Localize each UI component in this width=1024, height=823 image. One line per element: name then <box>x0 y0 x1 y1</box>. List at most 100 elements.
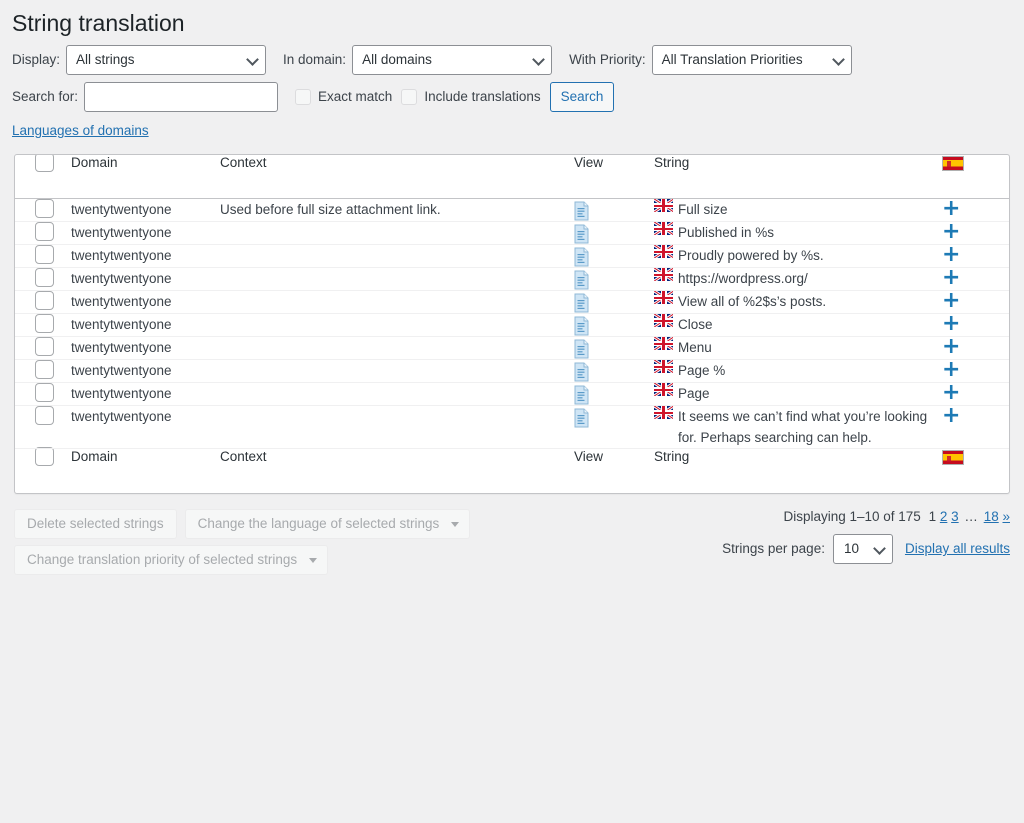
priority-select[interactable]: All Translation Priorities <box>651 44 852 75</box>
cell-view[interactable] <box>574 244 654 269</box>
document-icon[interactable] <box>574 270 590 290</box>
document-icon[interactable] <box>574 247 590 267</box>
row-checkbox[interactable] <box>35 337 54 357</box>
row-checkbox[interactable] <box>35 314 54 334</box>
row-select-cell <box>15 290 71 315</box>
uk-flag-icon <box>654 245 673 259</box>
row-checkbox[interactable] <box>35 268 54 288</box>
header-context[interactable]: Context <box>220 154 574 200</box>
add-translation-icon[interactable]: + <box>942 336 960 358</box>
footer-domain[interactable]: Domain <box>71 448 220 493</box>
footer-string[interactable]: String <box>654 448 942 493</box>
add-translation-icon[interactable]: + <box>942 221 960 243</box>
change-priority-select[interactable]: Change translation priority of selected … <box>14 544 329 575</box>
uk-flag-icon <box>654 360 673 374</box>
strings-table-card: Domain Context View String twentytwentyo… <box>14 153 1010 494</box>
page-link-3[interactable]: 3 <box>951 509 959 524</box>
change-language-select[interactable]: Change the language of selected strings <box>184 508 471 539</box>
cell-view[interactable] <box>574 198 654 223</box>
add-translation-icon[interactable]: + <box>942 244 960 266</box>
search-label: Search for: <box>12 89 79 105</box>
document-icon[interactable] <box>574 339 590 359</box>
cell-string: It seems we can’t find what you’re looki… <box>654 405 942 450</box>
cell-domain: twentytwentyone <box>71 382 220 407</box>
delete-selected-strings-button[interactable]: Delete selected strings <box>14 508 177 539</box>
cell-view[interactable] <box>574 267 654 292</box>
document-icon[interactable] <box>574 293 590 313</box>
languages-of-domains-wrap: Languages of domains <box>0 115 1024 140</box>
document-icon[interactable] <box>574 316 590 336</box>
row-checkbox[interactable] <box>35 360 54 380</box>
row-checkbox[interactable] <box>35 291 54 311</box>
page-links: 1 2 3 … 18 » <box>929 509 1010 524</box>
row-checkbox[interactable] <box>35 406 54 426</box>
header-view: View <box>574 154 654 200</box>
footer-context[interactable]: Context <box>220 448 574 493</box>
cell-view[interactable] <box>574 382 654 407</box>
include-translations-checkbox[interactable] <box>401 88 418 105</box>
search-input[interactable] <box>84 81 279 112</box>
exact-match-checkbox[interactable] <box>295 88 312 105</box>
cell-view[interactable] <box>574 405 654 450</box>
search-button[interactable]: Search <box>549 81 615 112</box>
row-select-cell <box>15 313 71 338</box>
select-all-checkbox-footer[interactable] <box>35 447 54 467</box>
cell-view[interactable] <box>574 221 654 246</box>
string-text: Close <box>678 317 713 333</box>
row-select-cell <box>15 336 71 361</box>
document-icon[interactable] <box>574 362 590 382</box>
next-page-link[interactable]: » <box>1002 509 1010 524</box>
cell-context <box>220 244 574 269</box>
string-text: Page <box>678 386 710 402</box>
header-language-flag <box>942 154 1009 200</box>
header-domain[interactable]: Domain <box>71 154 220 200</box>
add-translation-icon[interactable]: + <box>942 198 960 220</box>
cell-view[interactable] <box>574 359 654 384</box>
add-translation-icon[interactable]: + <box>942 382 960 404</box>
table-body: twentytwentyone Used before full size att… <box>15 198 1009 450</box>
cell-view[interactable] <box>574 336 654 361</box>
document-icon[interactable] <box>574 385 590 405</box>
row-checkbox[interactable] <box>35 222 54 242</box>
current-page: 1 <box>928 508 937 524</box>
display-all-results-link[interactable]: Display all results <box>905 541 1010 556</box>
string-text: Full size <box>678 202 728 218</box>
row-select-cell <box>15 221 71 246</box>
bulk-actions: Delete selected strings Change the langu… <box>14 508 471 581</box>
uk-flag-icon <box>654 337 673 351</box>
cell-string: Menu <box>654 336 942 361</box>
table-row: twentytwentyone View all of %2$s’s posts.… <box>15 290 1009 315</box>
per-page-select[interactable]: 10 <box>832 533 893 564</box>
select-all-checkbox[interactable] <box>35 154 54 172</box>
languages-of-domains-link[interactable]: Languages of domains <box>12 123 149 138</box>
document-icon[interactable] <box>574 201 590 221</box>
add-translation-icon[interactable]: + <box>942 405 960 427</box>
add-translation-icon[interactable]: + <box>942 290 960 312</box>
add-translation-icon[interactable]: + <box>942 313 960 335</box>
table-foot: Domain Context View String <box>15 447 1009 493</box>
cell-view[interactable] <box>574 313 654 338</box>
string-text: Published in %s <box>678 225 775 241</box>
display-label: Display: <box>12 52 61 68</box>
row-checkbox[interactable] <box>35 199 54 219</box>
add-translation-icon[interactable]: + <box>942 359 960 381</box>
per-page-value: 10 <box>843 541 859 557</box>
display-select[interactable]: All strings <box>66 44 267 75</box>
document-icon[interactable] <box>574 408 590 428</box>
domain-select[interactable]: All domains <box>352 44 553 75</box>
row-checkbox[interactable] <box>35 245 54 265</box>
header-string[interactable]: String <box>654 154 942 200</box>
priority-label: With Priority: <box>569 52 646 68</box>
page-link-last[interactable]: 18 <box>984 509 999 524</box>
page-link-2[interactable]: 2 <box>940 509 948 524</box>
row-checkbox[interactable] <box>35 383 54 403</box>
cell-view[interactable] <box>574 290 654 315</box>
strings-table: Domain Context View String twentytwentyo… <box>15 154 1009 493</box>
document-icon[interactable] <box>574 224 590 244</box>
table-row: twentytwentyone Page % + <box>15 359 1009 384</box>
page-ellipsis: … <box>964 508 978 524</box>
change-language-select-value: Change the language of selected strings <box>197 515 440 531</box>
add-translation-icon[interactable]: + <box>942 267 960 289</box>
cell-domain: twentytwentyone <box>71 336 220 361</box>
change-priority-select-value: Change translation priority of selected … <box>27 551 298 567</box>
